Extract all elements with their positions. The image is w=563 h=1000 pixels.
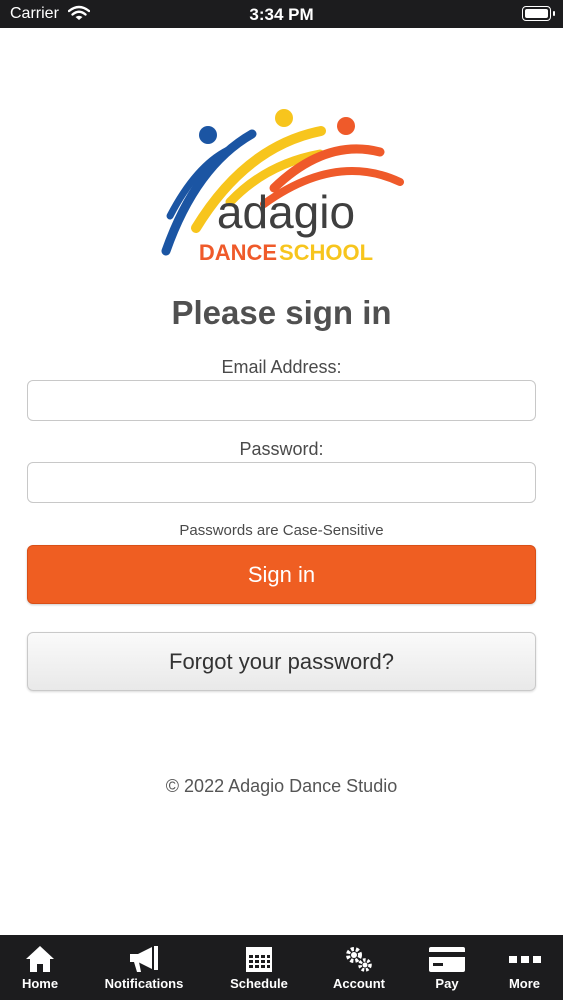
email-field[interactable] (27, 380, 536, 421)
page-title: Please sign in (171, 294, 392, 331)
tab-home[interactable]: Home (0, 935, 80, 1000)
tab-account[interactable]: Account (310, 935, 408, 1000)
carrier-label: Carrier (10, 5, 59, 22)
copyright-footer: © 2022 Adagio Dance Studio (165, 776, 398, 796)
more-icon (508, 956, 541, 963)
tab-schedule[interactable]: Schedule (208, 935, 310, 1000)
tab-label: Schedule (230, 976, 288, 991)
sign-in-button[interactable]: Sign in (27, 545, 536, 604)
tab-bar: Home Notifications Schedule Account Pay … (0, 935, 563, 1000)
password-label: Password: (239, 439, 324, 459)
tab-label: Pay (435, 976, 459, 991)
tab-label: More (508, 976, 541, 991)
tab-notifications[interactable]: Notifications (80, 935, 208, 1000)
case-sensitive-note: Passwords are Case-Sensitive (179, 522, 384, 539)
email-label: Email Address: (221, 357, 342, 377)
megaphone-icon (130, 946, 158, 972)
logo-graphic: adagio DANCE SCHOOL (161, 109, 404, 265)
logo-subtitle-school: SCHOOL (279, 240, 373, 265)
tab-label: Account (333, 976, 385, 991)
tab-label: Home (21, 976, 59, 991)
calendar-icon (246, 947, 272, 972)
gears-icon (346, 947, 372, 972)
forgot-password-button[interactable]: Forgot your password? (27, 632, 536, 691)
status-bar: Carrier 3:34 PM (0, 0, 563, 28)
logo-wordmark: adagio (217, 186, 355, 238)
tab-pay[interactable]: Pay (408, 935, 486, 1000)
wifi-icon (68, 5, 90, 20)
battery-icon (522, 6, 555, 21)
credit-card-icon (429, 947, 465, 972)
tab-more[interactable]: More (486, 935, 563, 1000)
tab-label: Notifications (104, 976, 184, 991)
adagio-logo: adagio DANCE SCHOOL (156, 106, 408, 266)
logo-subtitle-dance: DANCE (199, 240, 277, 265)
password-field[interactable] (27, 462, 536, 503)
home-icon (26, 946, 54, 972)
